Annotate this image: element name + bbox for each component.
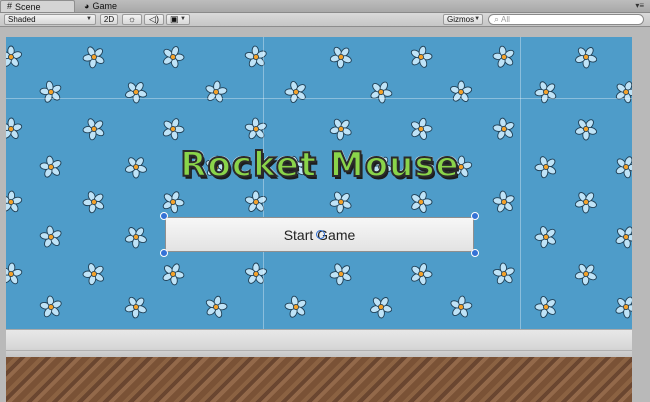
grid-icon: # (7, 1, 13, 11)
flower-decoration (615, 296, 632, 319)
flower-decoration (163, 46, 185, 69)
shading-mode-dropdown[interactable]: Shaded ▼ (4, 14, 96, 25)
flower-decoration (205, 295, 228, 318)
flower-decoration (329, 263, 352, 286)
resize-handle-bottom-right[interactable] (471, 249, 479, 257)
chevron-down-icon: ▼ (86, 16, 92, 22)
flower-decoration (162, 191, 185, 214)
flower-decoration (39, 80, 62, 103)
lighting-toggle[interactable]: ☼ (122, 14, 142, 25)
search-placeholder: All (501, 15, 510, 24)
flower-decoration (534, 295, 556, 319)
audio-toggle[interactable]: ◁) (144, 14, 164, 25)
resize-handle-bottom-left[interactable] (160, 249, 168, 257)
flower-decoration (492, 262, 515, 285)
scene-viewport[interactable]: Rocket Mouse Start Game (0, 27, 650, 402)
flower-decoration (615, 81, 632, 104)
flower-decoration (205, 80, 228, 103)
pivot-gizmo[interactable] (316, 230, 325, 239)
flower-decoration (6, 190, 23, 213)
flower-decoration (124, 227, 147, 249)
flower-decoration (6, 117, 23, 139)
flower-decoration (39, 225, 62, 248)
tab-game-label: Game (92, 1, 117, 11)
flower-decoration (162, 118, 185, 141)
flower-decoration (370, 81, 393, 104)
flower-decoration (244, 117, 267, 140)
flower-decoration (284, 80, 306, 104)
search-input[interactable]: ⌕ All (488, 14, 644, 25)
flower-decoration (450, 80, 473, 102)
flower-decoration (82, 263, 104, 286)
pacman-icon: ◕ (84, 0, 90, 11)
flower-decoration (574, 119, 598, 141)
speaker-icon: ◁) (149, 14, 159, 24)
flower-decoration (6, 45, 23, 67)
gizmos-label: Gizmos (447, 15, 475, 24)
editor-tab-bar: # Scene ◕ Game ▾≡ (0, 0, 650, 13)
resize-handle-top-left[interactable] (160, 212, 168, 220)
shading-mode-label: Shaded (8, 15, 36, 24)
flower-decoration (492, 45, 515, 68)
flower-decoration (411, 263, 433, 286)
window-menu-icon[interactable]: ▾≡ (635, 1, 644, 11)
flower-decoration (244, 190, 267, 212)
scene-toolbar: Shaded ▼ 2D ☼ ◁) ▣ ▼ Gizmos ▼ ⌕ All (0, 13, 650, 27)
flower-decoration (370, 297, 393, 319)
flower-decoration (574, 192, 597, 214)
game-title: Rocket Mouse (179, 144, 460, 186)
toggle-2d-button[interactable]: 2D (100, 14, 118, 25)
tab-game[interactable]: ◕ Game (78, 0, 138, 12)
flower-decoration (162, 263, 185, 286)
flower-decoration (124, 296, 147, 319)
flower-decoration (6, 262, 23, 285)
flower-decoration (124, 157, 148, 179)
flower-decoration (534, 81, 557, 104)
flower-decoration (574, 263, 597, 286)
flower-decoration (244, 262, 268, 284)
image-icon: ▣ (170, 14, 179, 24)
wood-floor (6, 357, 632, 402)
flower-decoration (39, 155, 62, 178)
flower-decoration (284, 295, 307, 318)
search-icon: ⌕ (494, 14, 500, 24)
camera-guide-line (6, 98, 632, 99)
flower-decoration (82, 191, 105, 214)
flower-decoration (450, 295, 473, 318)
flower-decoration (39, 295, 62, 318)
flower-decoration (534, 156, 557, 179)
resize-handle-top-right[interactable] (471, 212, 479, 220)
flower-decoration (492, 117, 515, 140)
flower-decoration (410, 45, 433, 68)
grid-line (520, 37, 521, 357)
flower-decoration (411, 190, 433, 214)
floor-strip (6, 329, 632, 358)
gizmos-dropdown[interactable]: Gizmos ▼ (443, 14, 483, 25)
effects-dropdown[interactable]: ▣ ▼ (166, 14, 190, 25)
chevron-down-icon: ▼ (474, 16, 481, 22)
sun-icon: ☼ (127, 14, 137, 24)
flower-decoration (615, 156, 632, 179)
flower-decoration (244, 45, 267, 68)
flower-decoration (125, 82, 148, 104)
flower-decoration (82, 46, 105, 69)
flower-decoration (411, 117, 433, 140)
flower-decoration (534, 226, 556, 249)
flower-decoration (329, 191, 352, 214)
tab-scene[interactable]: # Scene (0, 0, 75, 12)
grid-line (263, 37, 264, 357)
flower-decoration (575, 47, 598, 69)
chevron-down-icon: ▼ (180, 16, 186, 22)
flower-decoration (82, 118, 105, 141)
flower-decoration (329, 118, 352, 141)
flower-decoration (329, 46, 352, 69)
tab-scene-label: Scene (15, 1, 41, 12)
flower-decoration (615, 226, 632, 249)
toggle-2d-label: 2D (103, 15, 115, 24)
flower-decoration (492, 190, 515, 213)
